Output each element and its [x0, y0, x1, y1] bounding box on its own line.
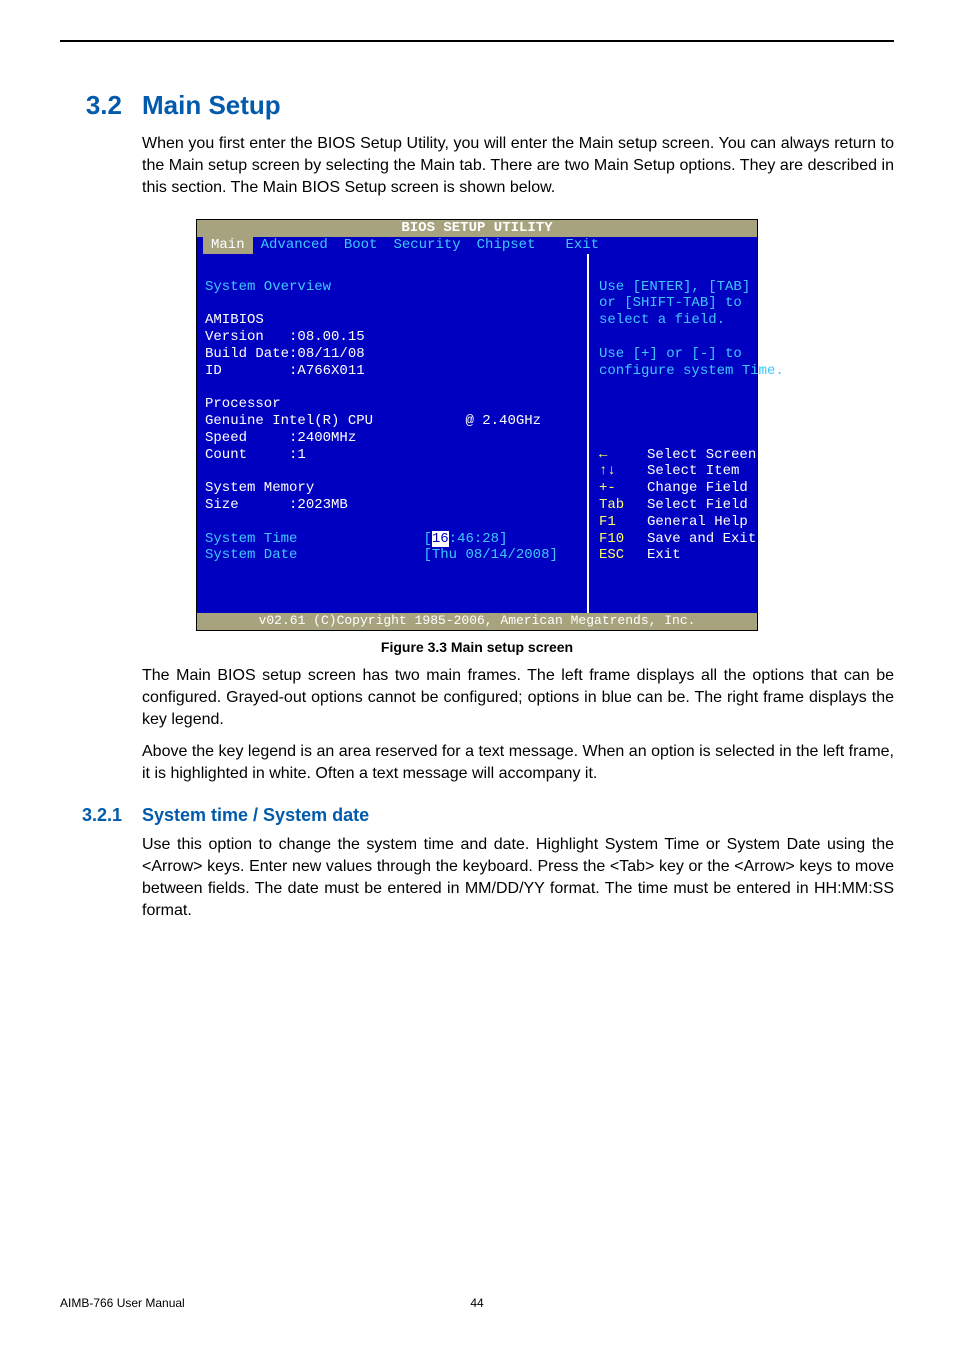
system-time-rest[interactable]: :46:28]: [449, 531, 508, 547]
bios-left-pane: System Overview AMIBIOS Version :08.00.1…: [197, 254, 587, 613]
legend-row: ←Select Screen: [599, 447, 784, 464]
help-msg-5: configure system Time.: [599, 363, 784, 379]
subsection-heading: 3.2.1 System time / System date: [60, 805, 894, 826]
legend-label-save-exit: Save and Exit: [647, 531, 756, 548]
legend-key-plusminus: +-: [599, 480, 647, 497]
processor-count-row: Count :1: [205, 447, 306, 463]
bios-tab-advanced[interactable]: Advanced: [253, 237, 336, 254]
legend-row: TabSelect Field: [599, 497, 784, 514]
processor-name-row: Genuine Intel(R) CPU @ 2.40GHz: [205, 413, 541, 429]
bios-tab-chipset[interactable]: Chipset: [469, 237, 544, 254]
help-msg-1: Use [ENTER], [TAB]: [599, 279, 750, 295]
section-heading: 3.2 Main Setup: [60, 90, 894, 121]
bios-right-pane: Use [ENTER], [TAB] or [SHIFT-TAB] to sel…: [587, 254, 792, 613]
system-date-label[interactable]: System Date: [205, 547, 297, 563]
help-msg-3: select a field.: [599, 312, 725, 328]
help-msg-2: or [SHIFT-TAB] to: [599, 295, 742, 311]
figure-caption: Figure 3.3 Main setup screen: [60, 639, 894, 655]
system-date-value[interactable]: [Thu 08/14/2008]: [423, 547, 557, 563]
bios-footer: v02.61 (C)Copyright 1985-2006, American …: [197, 613, 757, 630]
legend-label-select-item: Select Item: [647, 463, 739, 480]
bios-version-row: Version :08.00.15: [205, 329, 365, 345]
legend-key-tab: Tab: [599, 497, 647, 514]
subsection-title: System time / System date: [142, 805, 369, 826]
memory-label: System Memory: [205, 480, 314, 496]
legend-label-select-field: Select Field: [647, 497, 748, 514]
legend-row: +-Change Field: [599, 480, 784, 497]
processor-speed-row: Speed :2400MHz: [205, 430, 356, 446]
system-time-bracket-open: [: [423, 531, 431, 547]
intro-paragraph: When you first enter the BIOS Setup Util…: [142, 133, 894, 199]
legend-label-general-help: General Help: [647, 514, 748, 531]
amibios-label: AMIBIOS: [205, 312, 264, 328]
help-msg-4: Use [+] or [-] to: [599, 346, 742, 362]
page-footer: AIMB-766 User Manual 44: [60, 1296, 894, 1310]
legend-key-esc: ESC: [599, 547, 647, 564]
bios-tab-exit[interactable]: Exit: [557, 237, 607, 254]
section-title: Main Setup: [142, 90, 281, 121]
legend-key-updown: ↑↓: [599, 463, 647, 480]
bios-id-row: ID :A766X011: [205, 363, 365, 379]
footer-manual-name: AIMB-766 User Manual: [60, 1296, 185, 1310]
memory-size-row: Size :2023MB: [205, 497, 348, 513]
system-overview-label: System Overview: [205, 279, 331, 295]
legend-label-exit: Exit: [647, 547, 681, 564]
subsection-number: 3.2.1: [60, 805, 122, 826]
paragraph-3: Above the key legend is an area reserved…: [142, 741, 894, 785]
legend-row: F1General Help: [599, 514, 784, 531]
legend-row: ESCExit: [599, 547, 784, 564]
legend-key-f1: F1: [599, 514, 647, 531]
bios-tab-boot[interactable]: Boot: [336, 237, 386, 254]
system-time-hours[interactable]: 16: [432, 531, 449, 547]
legend-label-change-field: Change Field: [647, 480, 748, 497]
legend-key-f10: F10: [599, 531, 647, 548]
section-number: 3.2: [60, 90, 122, 121]
system-time-label[interactable]: System Time: [205, 531, 297, 547]
footer-page-number: 44: [470, 1296, 483, 1310]
bios-screenshot: BIOS SETUP UTILITY Main Advanced Boot Se…: [196, 219, 758, 630]
processor-label: Processor: [205, 396, 281, 412]
paragraph-2: The Main BIOS setup screen has two main …: [142, 665, 894, 731]
bios-build-row: Build Date:08/11/08: [205, 346, 365, 362]
legend-row: F10Save and Exit: [599, 531, 784, 548]
legend-label-select-screen: Select Screen: [647, 447, 756, 464]
bios-title: BIOS SETUP UTILITY: [197, 220, 757, 237]
bios-tab-main[interactable]: Main: [203, 237, 253, 254]
paragraph-4: Use this option to change the system tim…: [142, 834, 894, 922]
bios-tab-row: Main Advanced Boot Security Chipset Exit: [197, 237, 757, 254]
legend-row: ↑↓Select Item: [599, 463, 784, 480]
bios-tab-security[interactable]: Security: [385, 237, 468, 254]
legend-key-left: ←: [599, 447, 647, 464]
top-rule: [60, 40, 894, 42]
